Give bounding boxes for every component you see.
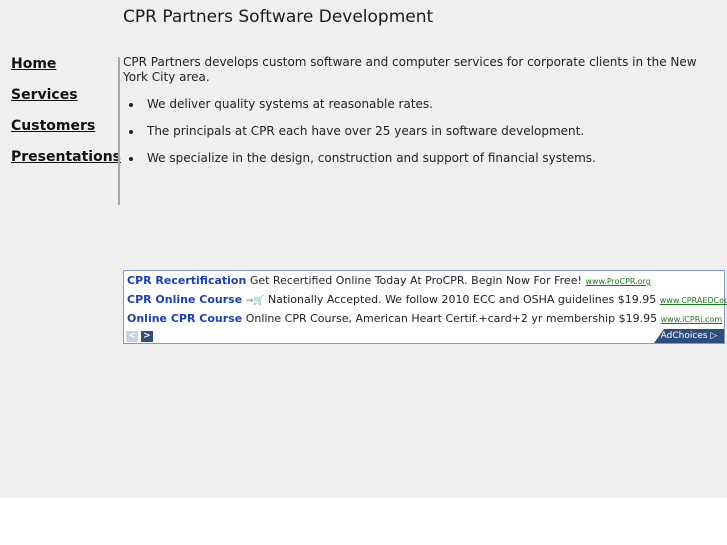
ad-next-button[interactable]: > [141, 331, 153, 342]
cart-icon: ⇝🛒 [245, 296, 265, 306]
ad-text: Nationally Accepted. We follow 2010 ECC … [267, 293, 657, 306]
ad-row[interactable]: Online CPR Course Online CPR Course, Ame… [127, 311, 722, 327]
ad-title-link[interactable]: Online CPR Course [127, 312, 242, 325]
ad-title-link[interactable]: CPR Recertification [127, 274, 246, 287]
feature-item: The principals at CPR each have over 25 … [143, 124, 723, 139]
side-nav: Home Services Customers Presentations [11, 55, 121, 179]
ad-url-link[interactable]: www.iCPRi.com [661, 315, 722, 324]
intro-paragraph: CPR Partners develops custom software an… [123, 55, 697, 84]
ad-row[interactable]: CPR Recertification Get Recertified Onli… [127, 273, 651, 289]
nav-link-presentations[interactable]: Presentations [11, 148, 121, 179]
adchoices-badge[interactable]: AdChoices ▷ [654, 329, 724, 343]
nav-divider [118, 57, 120, 205]
ad-url-link[interactable]: www.ProCPR.org [585, 277, 650, 286]
feature-item: We deliver quality systems at reasonable… [143, 97, 723, 112]
ad-row[interactable]: CPR Online Course ⇝🛒 Nationally Accepted… [127, 292, 727, 308]
ad-text: Online CPR Course, American Heart Certif… [245, 312, 658, 325]
main-content: CPR Partners develops custom software an… [123, 55, 723, 178]
feature-item: We specialize in the design, constructio… [143, 151, 723, 166]
nav-link-customers[interactable]: Customers [11, 117, 121, 148]
page-background: CPR Partners Software Development Home S… [0, 0, 727, 498]
ad-unit: CPR Recertification Get Recertified Onli… [123, 270, 727, 344]
ad-text: Get Recertified Online Today At ProCPR. … [249, 274, 582, 287]
nav-link-services[interactable]: Services [11, 86, 121, 117]
nav-link-home[interactable]: Home [11, 55, 121, 86]
page-title: CPR Partners Software Development [123, 7, 434, 27]
ad-url-link[interactable]: www.CPRAEDCourse [660, 296, 727, 305]
ad-prev-button[interactable]: < [126, 331, 138, 342]
ad-title-link[interactable]: CPR Online Course [127, 293, 242, 306]
feature-list: We deliver quality systems at reasonable… [123, 97, 723, 166]
